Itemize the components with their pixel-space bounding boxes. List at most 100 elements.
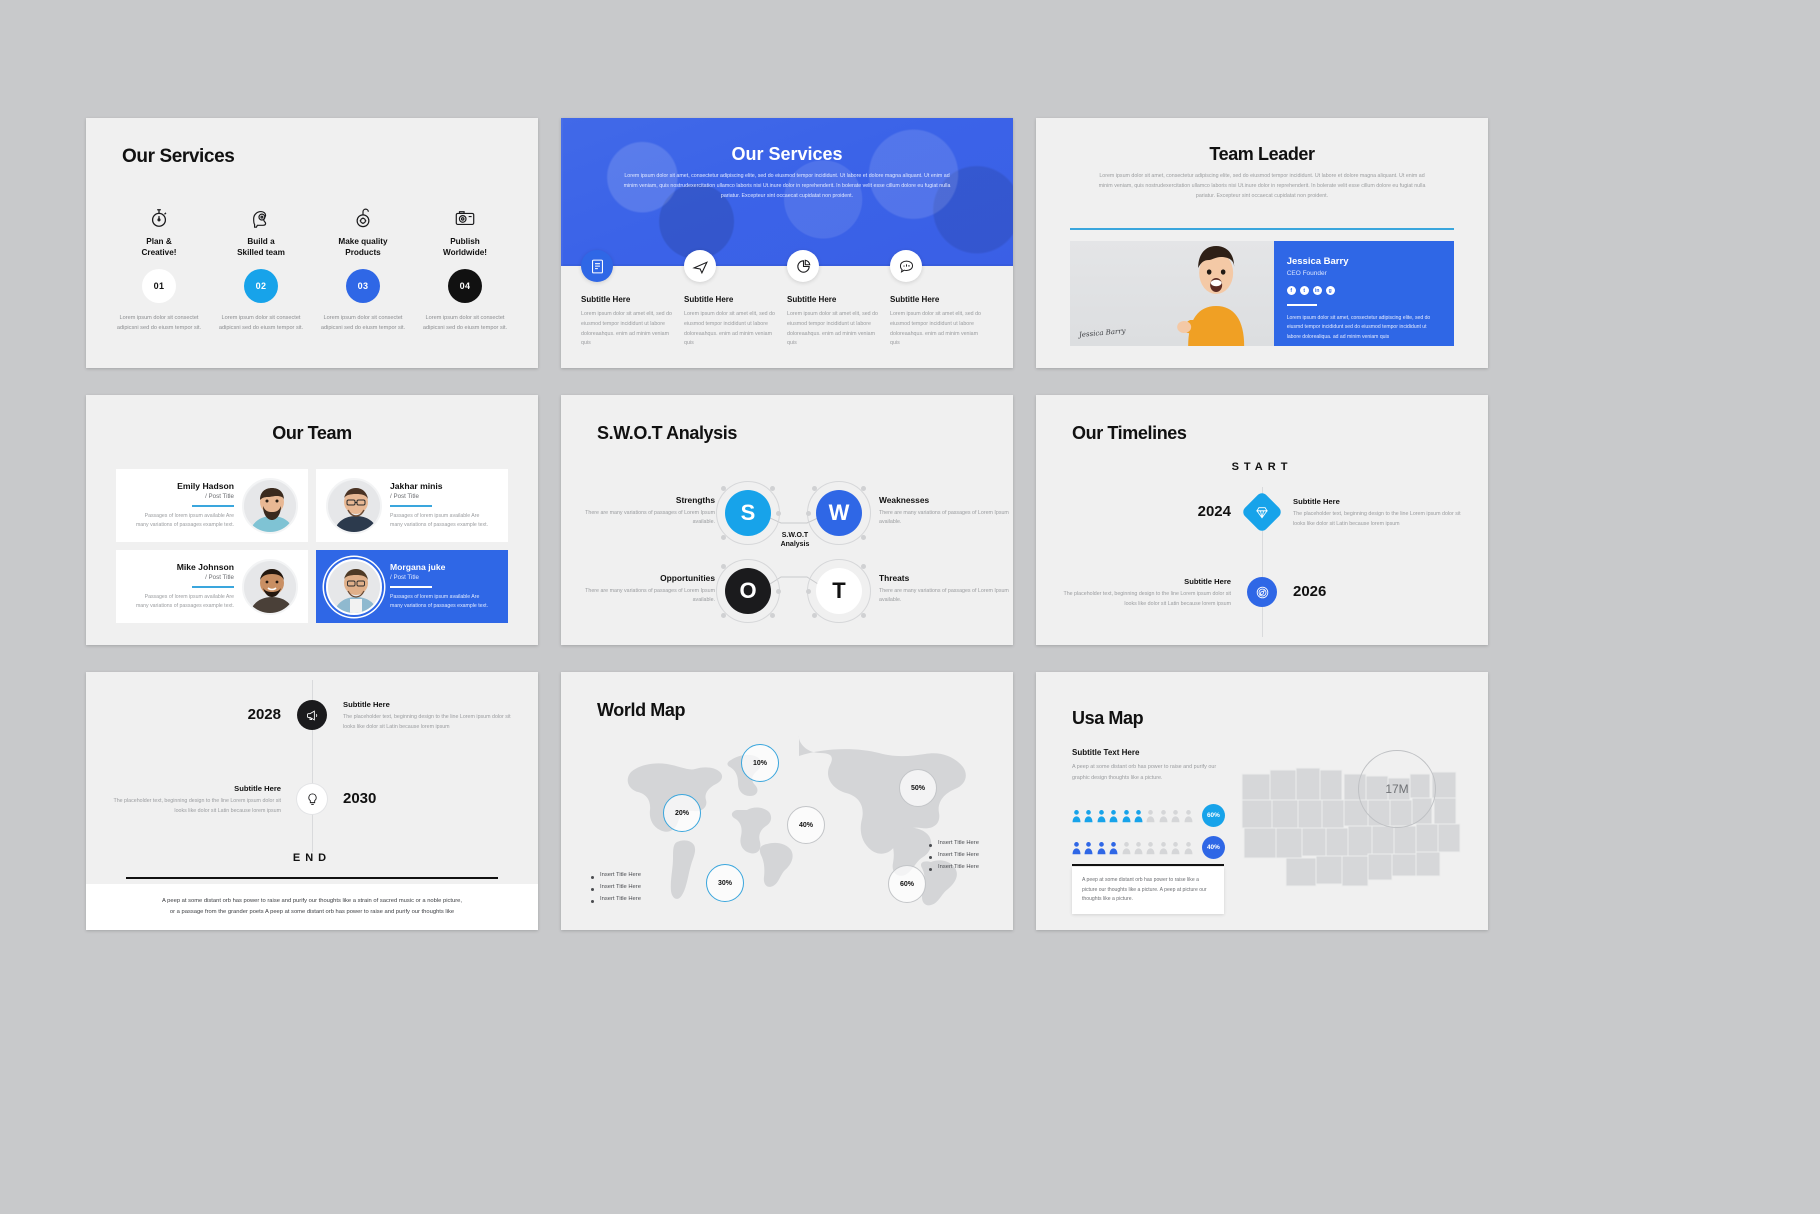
service-card[interactable]: Subtitle Here Lorem ipsum dolor sit amet… (581, 250, 684, 349)
team-member-card[interactable]: Emily Hadson / Post Title Passages of lo… (116, 469, 308, 542)
leader-info: Jessica Barry CEO Founder f t in g Lorem… (1273, 241, 1454, 346)
member-text: Morgana juke / Post Title Passages of lo… (382, 562, 498, 611)
swot-node-weaknesses[interactable]: W (816, 490, 862, 536)
map-bubble[interactable]: 40% (787, 806, 825, 844)
megaphone-icon (297, 700, 327, 730)
page-title: Our Services (731, 144, 843, 164)
map-bubble[interactable]: 60% (888, 865, 926, 903)
slide-usa-map[interactable]: Usa Map Subtitle Text Here A peep at som… (1036, 672, 1488, 930)
page-title: Usa Map (1072, 708, 1144, 728)
timeline-heading: Subtitle Here (343, 700, 390, 709)
page-title: Our Services (122, 146, 235, 167)
service-card[interactable]: Subtitle Here Lorem ipsum dolor sit amet… (890, 250, 993, 349)
swot-title: Strengths (675, 495, 715, 505)
page-title: World Map (597, 700, 686, 720)
slide-world-map[interactable]: World Map 10% 20% 50% 40% 30% 60% Insert… (561, 672, 1013, 930)
timeline-entry[interactable]: 2028 Subtitle Here The placeholder text,… (106, 700, 518, 732)
accent-line (192, 505, 234, 507)
page-title: Our Timelines (1072, 423, 1187, 443)
twitter-icon[interactable]: t (1299, 286, 1309, 295)
person-icon (1109, 841, 1118, 854)
team-member-card[interactable]: Jakhar minis / Post Title Passages of lo… (316, 469, 508, 542)
service-name: Build a Skilled team (237, 237, 285, 257)
swot-title: Threats (879, 573, 910, 583)
brain-gear-icon (216, 204, 306, 232)
person-icon (1122, 809, 1131, 822)
bubble-value: 50% (910, 784, 925, 792)
legend-item: Insert Title Here (591, 870, 641, 882)
timeline-year: 2026 (1293, 583, 1327, 600)
social-links[interactable]: f t in g (1286, 286, 1441, 295)
swot-node-strengths[interactable]: S (725, 490, 771, 536)
slide-our-services-icons[interactable]: Our Services Plan & Creative! 01 Lorem ip… (86, 118, 538, 368)
swot-center-line2: Analysis (780, 541, 810, 549)
map-bubble[interactable]: 20% (663, 794, 701, 832)
slide-our-timelines[interactable]: Our Timelines START 2024 Subtitle Here T… (1036, 395, 1488, 645)
facebook-icon[interactable]: f (1286, 286, 1296, 295)
timeline-body: The placeholder text, beginning design t… (1063, 591, 1231, 607)
swot-title: Weaknesses (879, 495, 930, 505)
bubble-value: 30% (717, 879, 732, 887)
card-heading: Subtitle Here (890, 295, 940, 304)
map-bubble[interactable]: 30% (706, 864, 744, 902)
timeline-end-label: END (292, 852, 332, 864)
person-icon (1184, 841, 1192, 854)
slide-swot-analysis[interactable]: S.W.O.T Analysis S Strengths There are m… (561, 395, 1013, 645)
timeline-body: The placeholder text, beginning design t… (113, 798, 281, 814)
member-name: Emily Hadson (177, 481, 234, 492)
google-icon[interactable]: g (1325, 286, 1335, 295)
service-name: Plan & Creative! (141, 237, 177, 257)
person-icon (1072, 841, 1081, 854)
usa-map-graphic (1241, 767, 1461, 887)
leader-role: CEO Founder (1286, 270, 1327, 277)
signature: Jessica Barry (1078, 326, 1126, 340)
slide-team-leader[interactable]: Team Leader Lorem ipsum dolor sit amet, … (1036, 118, 1488, 368)
timeline-year: 2030 (343, 790, 377, 807)
person-icon (1146, 841, 1155, 854)
service-card[interactable]: Subtitle Here Lorem ipsum dolor sit amet… (787, 250, 890, 349)
legend-item: Insert Title Here (591, 882, 641, 894)
pie-chart-icon (787, 250, 819, 282)
swot-node-opportunities[interactable]: O (725, 568, 771, 614)
team-member-card[interactable]: Morgana juke / Post Title Passages of lo… (316, 550, 508, 623)
timeline-entry[interactable]: 2024 Subtitle Here The placeholder text,… (1056, 490, 1468, 534)
timeline-entry[interactable]: Subtitle Here The placeholder text, begi… (106, 784, 518, 816)
linkedin-icon[interactable]: in (1312, 286, 1322, 295)
camera-icon (420, 204, 510, 232)
person-icon (1097, 841, 1106, 854)
service-item[interactable]: Publish Worldwide! 04 Lorem ipsum dolor s… (414, 204, 516, 334)
map-bubble[interactable]: 50% (899, 769, 937, 807)
page-title: Team Leader (1209, 144, 1315, 164)
member-desc: Passages of lorem ipsum available Are ma… (135, 512, 234, 528)
service-item[interactable]: Plan & Creative! 01 Lorem ipsum dolor sit… (108, 204, 210, 334)
slide-our-team[interactable]: Our Team Emily Hadson / Post Title Passa… (86, 395, 538, 645)
swot-center-line1: S.W.O.T (781, 532, 809, 539)
legend-item: Insert Title Here (929, 862, 979, 874)
member-name: Jakhar minis (390, 481, 443, 492)
slide-timeline-end[interactable]: 2028 Subtitle Here The placeholder text,… (86, 672, 538, 930)
card-body: Lorem ipsum dolor sit amet elit, sed do … (581, 311, 672, 347)
legend-list-left: Insert Title Here Insert Title Here Inse… (591, 870, 641, 906)
person-icon (1084, 841, 1093, 854)
slide-our-services-hero[interactable]: Our Services Lorem ipsum dolor sit amet,… (561, 118, 1013, 368)
swot-center-label: S.W.O.T Analysis (763, 531, 827, 550)
service-number: 01 (142, 269, 176, 304)
timeline-body: The placeholder text, beginning design t… (1293, 511, 1461, 527)
card-body: Lorem ipsum dolor sit amet elit, sed do … (787, 311, 878, 347)
person-icon (1134, 809, 1143, 822)
person-icon (1084, 809, 1093, 822)
swot-node-threats[interactable]: T (816, 568, 862, 614)
people-row: 40% (1072, 836, 1225, 859)
service-card[interactable]: Subtitle Here Lorem ipsum dolor sit amet… (684, 250, 787, 349)
map-bubble[interactable]: 10% (741, 744, 779, 782)
avatar (326, 477, 382, 534)
service-item[interactable]: Make quality Products 03 Lorem ipsum dolo… (312, 204, 414, 334)
team-member-card[interactable]: Mike Johnson / Post Title Passages of lo… (116, 550, 308, 623)
service-item[interactable]: Build a Skilled team 02 Lorem ipsum dolor… (210, 204, 312, 334)
service-number: 03 (346, 269, 380, 304)
timeline-entry[interactable]: Subtitle Here The placeholder text, begi… (1056, 577, 1468, 609)
member-name: Morgana juke (390, 562, 446, 573)
team-grid: Emily Hadson / Post Title Passages of lo… (116, 469, 508, 623)
percentage-badge: 40% (1201, 836, 1225, 859)
footer-note: A peep at some distant orb has power to … (86, 884, 538, 930)
